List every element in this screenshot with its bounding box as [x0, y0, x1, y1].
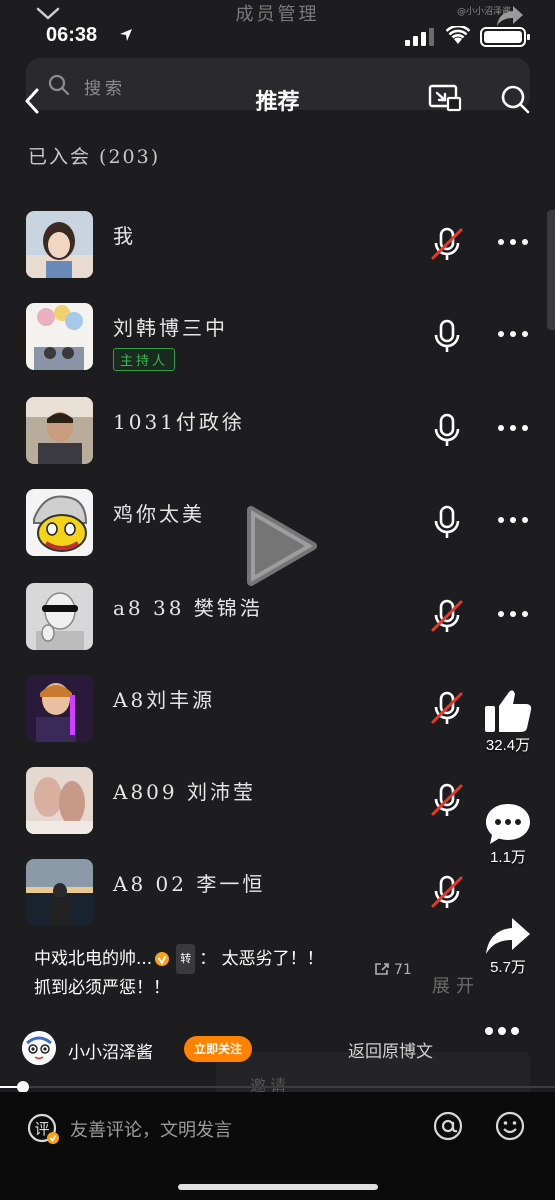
avatar: [26, 675, 93, 742]
home-indicator[interactable]: [178, 1184, 378, 1190]
status-time: 06:38: [46, 24, 98, 46]
page-title: 推荐: [255, 90, 300, 115]
play-icon[interactable]: [245, 506, 317, 586]
mention-at-icon[interactable]: [432, 1110, 464, 1142]
member-name: 鸡你太美: [113, 502, 205, 526]
member-name: A8刘丰源: [113, 688, 216, 712]
thumbs-up-icon: [485, 690, 532, 732]
share-action[interactable]: 5.7万: [468, 916, 548, 977]
forward-count[interactable]: 71: [374, 962, 412, 978]
more-options-icon[interactable]: [497, 424, 529, 432]
comment-count: 1.1万: [490, 849, 526, 866]
comment-write-icon[interactable]: 评: [26, 1112, 62, 1146]
comment-bubble-icon: [486, 804, 530, 844]
member-name: 我: [113, 224, 136, 248]
author-name[interactable]: 小小沼泽酱: [68, 1038, 153, 1063]
author-avatar[interactable]: [22, 1031, 56, 1065]
forward-icon: [375, 963, 389, 975]
mic-muted-icon[interactable]: [430, 598, 464, 634]
more-options-icon[interactable]: [497, 610, 529, 618]
mic-icon[interactable]: [430, 504, 464, 540]
video-progress-track[interactable]: [0, 1086, 555, 1088]
avatar: [26, 583, 93, 650]
caption-text-line2: 抓到必须严惩！！: [34, 978, 170, 998]
verified-badge-icon: [155, 952, 170, 966]
share-arrow-icon[interactable]: [495, 4, 525, 28]
member-row[interactable]: 1031付政徐: [0, 394, 555, 484]
status-bar: 06:38: [0, 6, 555, 54]
comment-input[interactable]: 友善评论，文明发言: [70, 1116, 232, 1142]
member-row[interactable]: 我: [0, 208, 555, 298]
avatar: [26, 859, 93, 926]
member-name: 刘韩博三中: [113, 316, 228, 340]
caption-text-line1: ： 太恶劣了！！: [199, 949, 324, 969]
cellular-signal-icon: [405, 28, 434, 46]
mic-muted-icon[interactable]: [430, 782, 464, 818]
svg-text:评: 评: [34, 1120, 49, 1138]
comment-action[interactable]: 1.1万: [468, 802, 548, 867]
repost-tag: 转: [176, 944, 196, 974]
member-name: A8 02 李一恒: [113, 872, 266, 896]
member-name: a8 38 樊锦浩: [113, 596, 263, 620]
member-name: 1031付政徐: [113, 410, 245, 434]
mic-icon[interactable]: [430, 412, 464, 448]
post-caption[interactable]: 中戏北电的帅... 转： 太恶劣了！！ 抓到必须严惩！！: [34, 944, 424, 1002]
nav-bar: 搜索 推荐: [0, 58, 555, 138]
screen: 成员管理 @小小沼泽酱 06:38 搜索 推荐 已入会 (203) 我 刘韩博三…: [0, 0, 555, 1200]
mic-muted-icon[interactable]: [430, 690, 464, 726]
more-options-icon[interactable]: [497, 238, 529, 246]
avatar: [26, 303, 93, 370]
more-options-icon[interactable]: [497, 516, 529, 524]
avatar: [26, 767, 93, 834]
caption-author[interactable]: 中戏北电的帅...: [34, 949, 152, 969]
like-action[interactable]: 32.4万: [468, 688, 548, 755]
chevron-down-icon[interactable]: [34, 4, 62, 24]
mic-muted-icon[interactable]: [430, 226, 464, 262]
share-arrow-icon: [486, 918, 530, 954]
comment-bar: 评 友善评论，文明发言: [0, 1092, 555, 1200]
more-options-icon[interactable]: [497, 330, 529, 338]
screen-cast-icon[interactable]: [428, 84, 462, 112]
avatar: [26, 397, 93, 464]
emoji-icon[interactable]: [494, 1110, 526, 1142]
avatar: [26, 211, 93, 278]
member-row[interactable]: 刘韩博三中 主持人: [0, 300, 555, 390]
wifi-icon: [446, 26, 470, 44]
video-background-text: 展开: [432, 976, 480, 997]
author-row: 小小沼泽酱 立即关注 返回原博文: [0, 1028, 555, 1072]
forward-count-value: 71: [394, 962, 412, 978]
search-icon[interactable]: [500, 84, 530, 114]
avatar: [26, 489, 93, 556]
member-name: A809 刘沛莹: [113, 780, 256, 804]
battery-icon: [480, 27, 530, 47]
like-count: 32.4万: [485, 737, 531, 754]
mic-icon[interactable]: [430, 318, 464, 354]
member-row[interactable]: a8 38 樊锦浩: [0, 580, 555, 670]
members-count: 已入会 (203): [28, 146, 161, 168]
mic-muted-icon[interactable]: [430, 874, 464, 910]
host-badge: 主持人: [113, 348, 176, 371]
follow-button[interactable]: 立即关注: [184, 1036, 253, 1062]
location-arrow-icon: [120, 29, 132, 41]
return-to-original-link[interactable]: 返回原博文: [348, 1037, 433, 1062]
share-count: 5.7万: [490, 959, 526, 976]
